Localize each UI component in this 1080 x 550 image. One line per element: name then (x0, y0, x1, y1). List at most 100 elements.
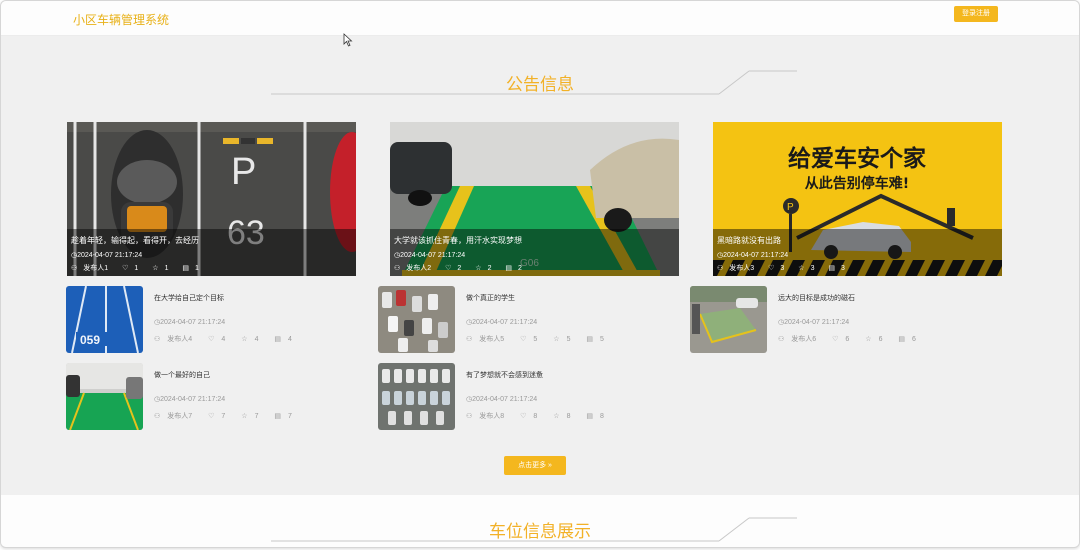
list-item-comments: 6 (912, 336, 916, 343)
star-icon: ☆ (553, 336, 560, 343)
list-item-title[interactable]: 有了梦想就不会感到迷惫 (466, 370, 543, 380)
list-item-likes: 5 (533, 336, 538, 343)
title-decoration (271, 517, 797, 542)
comment-icon: ▤ (274, 413, 282, 420)
list-item-comments: 8 (600, 413, 604, 420)
star-icon: ☆ (798, 265, 805, 272)
list-item-publisher: 发布人8 (479, 413, 505, 420)
list-item-likes: 6 (845, 336, 850, 343)
list-item-title[interactable]: 做一个最好的自己 (154, 370, 210, 380)
featured-favorites: 2 (487, 265, 492, 272)
star-icon: ☆ (475, 265, 482, 272)
featured-comments: 3 (841, 265, 845, 272)
login-register-button[interactable]: 登录注册 (954, 6, 998, 22)
mouse-cursor-icon (343, 33, 353, 47)
user-icon: ⚇ (394, 265, 401, 272)
blue-parking-thumbnail: 059 (66, 286, 143, 353)
list-item-favorites: 8 (566, 413, 571, 420)
featured-time: 2024-04-07 21:17:24 (723, 252, 789, 259)
site-title[interactable]: 小区车辆管理系统 (73, 11, 169, 28)
featured-title[interactable]: 大学就该抓住青春，用汗水实现梦想 (394, 235, 522, 246)
user-icon: ⚇ (466, 413, 473, 420)
featured-comments: 1 (195, 265, 199, 272)
thumbs-up-icon: ♡ (520, 336, 527, 343)
list-item-title[interactable]: 在大学给自己定个目标 (154, 293, 224, 303)
poster-parking-letter: P (787, 202, 794, 213)
featured-title[interactable]: 黑暗路就没有出路 (717, 235, 781, 246)
featured-comments: 2 (518, 265, 522, 272)
featured-publisher: 发布人1 (83, 265, 109, 272)
list-item-time: 2024-04-07 21:17:24 (472, 396, 538, 403)
thumbs-up-icon: ♡ (208, 413, 215, 420)
thumb-number: 059 (80, 333, 100, 347)
featured-announcement-card[interactable]: G06 大学就该抓住青春，用汗水实现梦想 ◷2024-04-07 21:17:2… (390, 122, 679, 276)
comment-icon: ▤ (898, 336, 906, 343)
comment-icon: ▤ (505, 265, 513, 272)
comment-icon: ▤ (586, 413, 594, 420)
parking-aerial-thumbnail (378, 286, 455, 353)
featured-announcement-card[interactable]: P 63 趁着年轻，输得起，看得开，去经历 ◷2024-04-07 21:17:… (67, 122, 356, 276)
featured-likes: 1 (134, 265, 139, 272)
comment-icon: ▤ (274, 336, 282, 343)
star-icon: ☆ (152, 265, 159, 272)
app-window: 小区车辆管理系统 登录注册 公告信息 P 63 趁着年轻，输得起，看得开，去经历… (0, 0, 1080, 548)
thumbs-up-icon: ♡ (832, 336, 839, 343)
user-icon: ⚇ (466, 336, 473, 343)
top-navbar: 小区车辆管理系统 登录注册 (1, 1, 1079, 36)
thumbs-up-icon: ♡ (520, 413, 527, 420)
list-item-comments: 7 (288, 413, 292, 420)
featured-likes: 3 (780, 265, 785, 272)
thumbs-up-icon: ♡ (445, 265, 452, 272)
announcement-list-item[interactable]: 做一个最好的自己 ◷2024-04-07 21:17:24 ⚇ 发布人7 ♡ 7 ☆… (66, 363, 336, 431)
featured-favorites: 1 (164, 265, 169, 272)
user-icon: ⚇ (71, 265, 78, 272)
list-item-time: 2024-04-07 21:17:24 (784, 319, 850, 326)
list-item-favorites: 5 (566, 336, 571, 343)
thumbs-up-icon: ♡ (768, 265, 775, 272)
list-item-title[interactable]: 远大的目标是成功的磁石 (778, 293, 855, 303)
list-item-likes: 7 (221, 413, 226, 420)
announcement-list-item[interactable]: 059 在大学给自己定个目标 ◷2024-04-07 21:17:24 ⚇ 发布人… (66, 286, 336, 354)
list-item-time: 2024-04-07 21:17:24 (472, 319, 538, 326)
star-icon: ☆ (241, 336, 248, 343)
featured-publisher: 发布人3 (729, 265, 755, 272)
featured-likes: 2 (457, 265, 462, 272)
featured-announcement-card[interactable]: 给爱车安个家 从此告别停车难! P 黑暗路就没有出路 ◷2024-04-07 2… (713, 122, 1002, 276)
featured-publisher: 发布人2 (406, 265, 432, 272)
announcement-list-item[interactable]: 有了梦想就不会感到迷惫 ◷2024-04-07 21:17:24 ⚇ 发布人8 ♡… (378, 363, 648, 431)
thumbs-up-icon: ♡ (122, 265, 129, 272)
list-item-title[interactable]: 做个真正的学生 (466, 293, 515, 303)
user-icon: ⚇ (717, 265, 724, 272)
featured-title[interactable]: 趁着年轻，输得起，看得开，去经历 (71, 235, 199, 246)
list-item-publisher: 发布人4 (167, 336, 193, 343)
list-item-comments: 4 (288, 336, 292, 343)
announcement-list-item[interactable]: 做个真正的学生 ◷2024-04-07 21:17:24 ⚇ 发布人5 ♡ 5 ☆ 5… (378, 286, 648, 354)
thumbs-up-icon: ♡ (208, 336, 215, 343)
star-icon: ☆ (553, 413, 560, 420)
comment-icon: ▤ (828, 265, 836, 272)
user-icon: ⚇ (154, 336, 161, 343)
list-item-likes: 4 (221, 336, 226, 343)
view-more-button[interactable]: 点击更多 » (504, 456, 566, 475)
list-item-publisher: 发布人7 (167, 413, 193, 420)
star-icon: ☆ (241, 413, 248, 420)
title-decoration (271, 70, 797, 95)
announcement-list-item[interactable]: 远大的目标是成功的磁石 ◷2024-04-07 21:17:24 ⚇ 发布人6 ♡… (690, 286, 960, 354)
list-item-likes: 8 (533, 413, 538, 420)
list-item-comments: 5 (600, 336, 604, 343)
featured-favorites: 3 (810, 265, 815, 272)
parking-letter: P (231, 151, 256, 193)
list-item-publisher: 发布人5 (479, 336, 505, 343)
list-item-time: 2024-04-07 21:17:24 (160, 319, 226, 326)
comment-icon: ▤ (182, 265, 190, 272)
featured-time: 2024-04-07 21:17:24 (77, 252, 143, 259)
featured-time: 2024-04-07 21:17:24 (400, 252, 466, 259)
list-item-favorites: 4 (254, 336, 259, 343)
comment-icon: ▤ (586, 336, 594, 343)
green-garage-thumbnail (66, 363, 143, 430)
car-rows-thumbnail (378, 363, 455, 430)
poster-line-1: 给爱车安个家 (788, 145, 926, 172)
star-icon: ☆ (865, 336, 872, 343)
user-icon: ⚇ (778, 336, 785, 343)
outdoor-parking-thumbnail (690, 286, 767, 353)
